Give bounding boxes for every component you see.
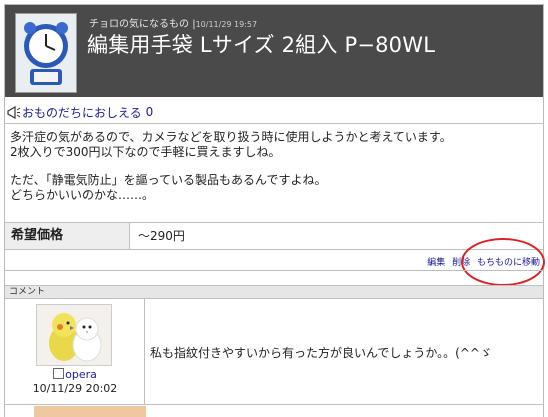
divider [5, 123, 543, 124]
divider [5, 404, 543, 405]
comment-text: 私も指紋付きやすいから有った方が良いんでしょうか。。(^^ゞ [150, 346, 492, 360]
annotation-circle [461, 238, 545, 286]
comment-user[interactable]: opera [5, 368, 145, 381]
comment-user-cell: opera 10/11/29 20:02 [5, 299, 145, 404]
next-comment-avatar[interactable] [34, 406, 146, 417]
item-thumbnail[interactable] [15, 13, 77, 93]
post-date: 10/11/29 19:57 [195, 20, 258, 29]
description-line: ただ、「静電気防止」を謳っている製品もあるんですよね。 [10, 173, 327, 187]
item-meta: チョロの気になるもの |10/11/29 19:57 [89, 15, 257, 30]
description-line: 多汗症の気があるので、カメラなどを取り扱う時に使用しようかと考えています。 [10, 130, 452, 144]
comment-username: opera [65, 368, 97, 381]
item-header: チョロの気になるもの |10/11/29 19:57 編集用手袋 Lサイズ 2組… [5, 5, 543, 97]
edit-link[interactable]: 編集 [427, 258, 445, 268]
price-row: 希望価格 〜290円 [5, 222, 543, 250]
item-description: 多汗症の気があるので、カメラなどを取り扱う時に使用しようかと考えています。 2枚… [10, 130, 535, 203]
tell-friends-link[interactable]: おものだちにおしえる 0 [7, 103, 153, 121]
price-value: 〜290円 [138, 229, 185, 243]
comment-date: 10/11/29 20:02 [32, 382, 118, 395]
description-line: 2枚入りで300円以下なので手軽に買えますしね。 [10, 145, 281, 159]
description-line: どちらかいいのかな……。 [10, 188, 155, 202]
tell-friends-label: おものだちにおしえる [22, 105, 142, 120]
price-label: 希望価格 [5, 223, 130, 249]
tell-friends-count: 0 [145, 105, 154, 119]
divider [5, 270, 543, 271]
item-title: 編集用手袋 Lサイズ 2組入 P−80WL [87, 33, 436, 57]
megaphone-icon [7, 105, 21, 119]
user-status-icon [53, 368, 65, 379]
avatar[interactable] [36, 304, 112, 366]
comments-header: コメント [5, 285, 543, 299]
